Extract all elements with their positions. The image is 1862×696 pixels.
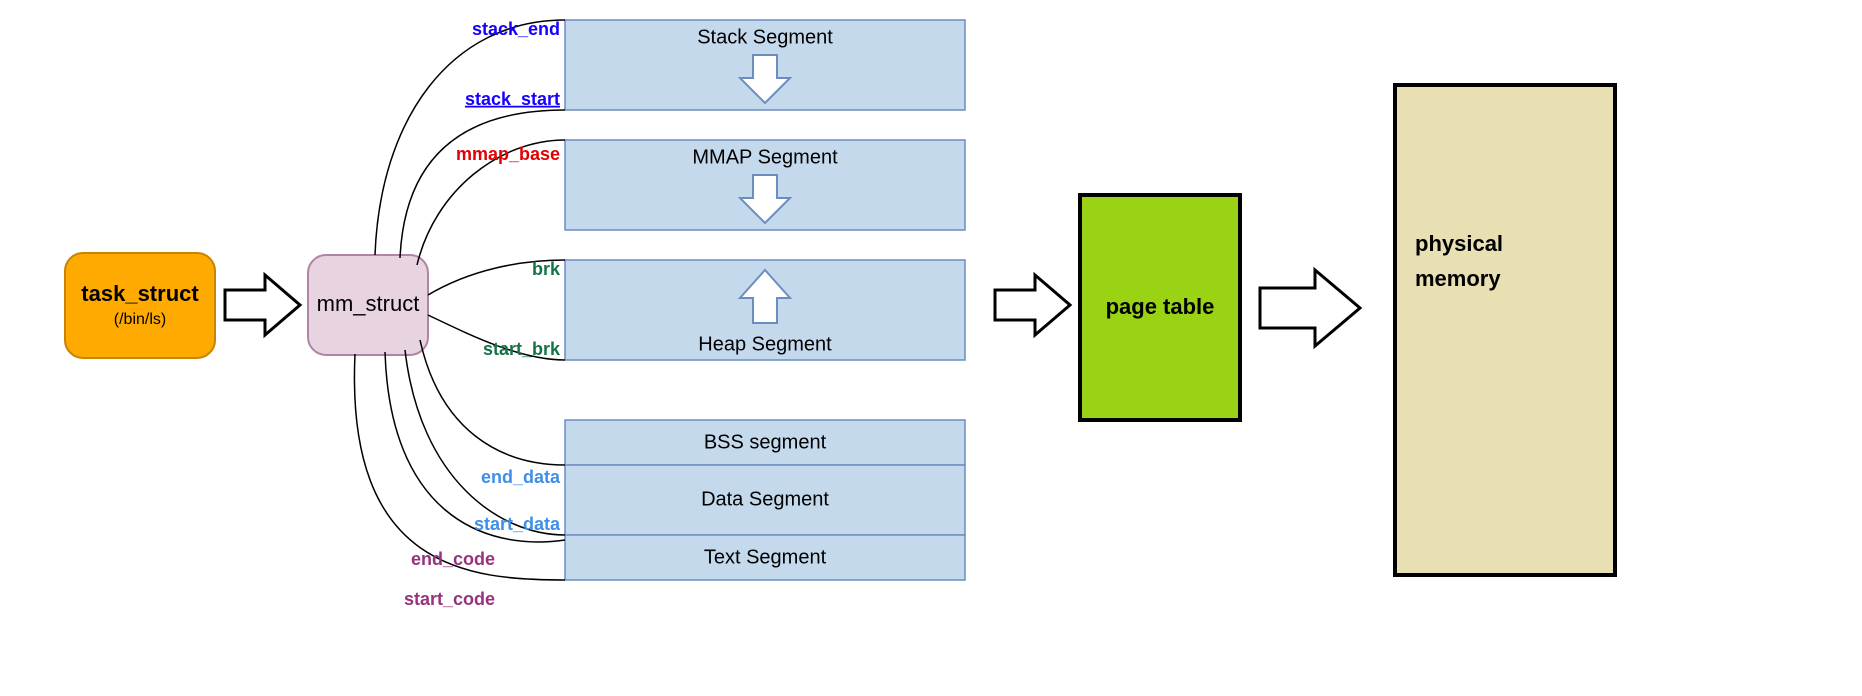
physical-memory-box — [1395, 85, 1615, 575]
curve-stack-start — [400, 110, 565, 258]
ptr-start-code: start_code — [404, 589, 495, 609]
mmap-segment-label: MMAP Segment — [692, 146, 838, 168]
ptr-brk: brk — [532, 259, 561, 279]
data-segment-label: Data Segment — [701, 488, 829, 510]
task-struct-subtitle: (/bin/ls) — [114, 311, 166, 328]
ptr-stack-start: stack_start — [465, 89, 560, 109]
ptr-end-code: end_code — [411, 549, 495, 569]
task-struct-title: task_struct — [81, 281, 199, 306]
ptr-mmap-base: mmap_base — [456, 144, 560, 164]
heap-segment-label: Heap Segment — [698, 333, 832, 355]
curve-stack-end — [375, 20, 565, 255]
mm-struct-title: mm_struct — [317, 291, 420, 316]
stack-segment-label: Stack Segment — [697, 26, 833, 48]
ptr-start-data: start_data — [474, 514, 561, 534]
text-segment-label: Text Segment — [704, 546, 827, 568]
arrow-task-to-mm — [225, 275, 300, 335]
arrow-pagetable-to-physmem — [1260, 270, 1360, 346]
ptr-start-brk: start_brk — [483, 339, 561, 359]
ptr-end-data: end_data — [481, 467, 561, 487]
bss-segment-label: BSS segment — [704, 431, 827, 453]
page-table-title: page table — [1106, 294, 1215, 319]
physical-memory-line1: physical — [1415, 231, 1503, 256]
physical-memory-line2: memory — [1415, 266, 1501, 291]
arrow-seg-to-pagetable — [995, 275, 1070, 335]
memory-diagram: task_struct (/bin/ls) mm_struct Stack Se… — [0, 0, 1862, 696]
ptr-stack-end: stack_end — [472, 19, 560, 39]
